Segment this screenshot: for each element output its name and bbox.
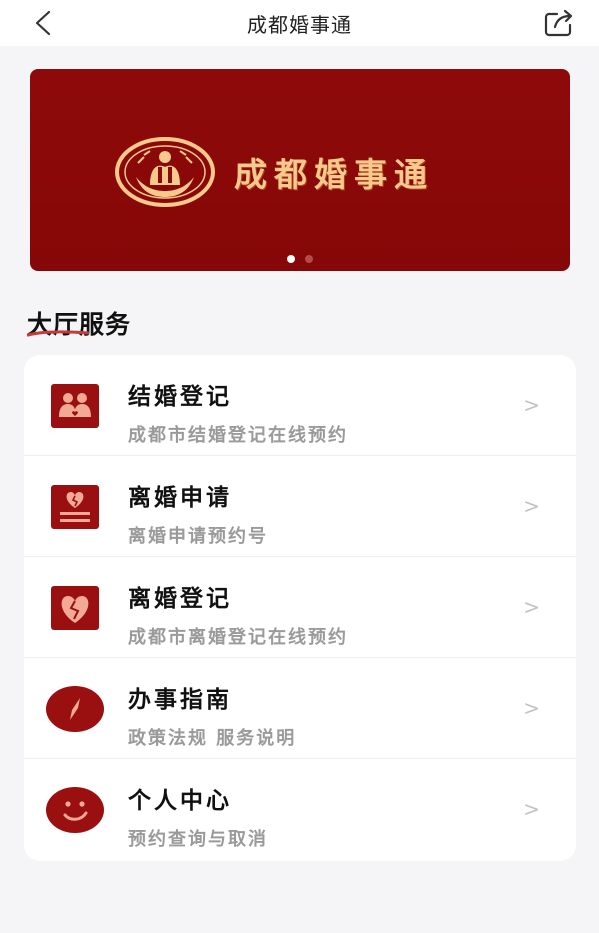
chevron-right-icon: >: [523, 393, 540, 417]
service-title: 个人中心: [128, 788, 232, 814]
share-icon: [544, 9, 573, 37]
back-button[interactable]: [28, 8, 58, 38]
top-nav-bar: 成都婚事通: [0, 0, 599, 46]
service-icon-wrapper: [44, 380, 106, 432]
compass-icon: [46, 686, 104, 732]
carousel-dot-2[interactable]: [305, 255, 313, 263]
service-item-marriage-registration[interactable]: 结婚登记 成都市结婚登记在线预约 >: [24, 355, 576, 456]
service-item-divorce-registration[interactable]: 离婚登记 成都市离婚登记在线预约 >: [24, 557, 576, 658]
service-subtitle: 政策法规 服务说明: [128, 728, 297, 749]
chevron-right-icon: >: [523, 494, 540, 518]
service-item-divorce-application[interactable]: 离婚申请 离婚申请预约号 >: [24, 456, 576, 557]
service-title: 离婚申请: [128, 485, 232, 511]
broken-heart-icon: [51, 586, 99, 630]
share-button[interactable]: [541, 6, 577, 40]
carousel-indicator: [30, 255, 570, 263]
service-icon-wrapper: [44, 582, 106, 634]
service-list: 结婚登记 成都市结婚登记在线预约 > 离婚申请 离婚申请预约号 > 离婚登记 成…: [24, 355, 576, 861]
chevron-right-icon: >: [523, 595, 540, 619]
broken-heart-form-icon: [51, 485, 99, 529]
service-title: 办事指南: [128, 687, 232, 713]
service-subtitle: 成都市结婚登记在线预约: [128, 425, 348, 446]
service-icon-wrapper: [44, 784, 106, 836]
banner-carousel[interactable]: 成都婚事通: [30, 69, 570, 271]
banner-brand-text: 成都婚事通: [234, 155, 434, 194]
marriage-registry-logo-icon: [115, 137, 215, 207]
service-item-personal-center[interactable]: 个人中心 预约查询与取消 >: [24, 759, 576, 860]
service-title: 结婚登记: [128, 384, 232, 410]
service-item-guide[interactable]: 办事指南 政策法规 服务说明 >: [24, 658, 576, 759]
smiley-icon: [46, 787, 104, 833]
carousel-dot-1[interactable]: [287, 255, 295, 263]
service-title: 离婚登记: [128, 586, 232, 612]
service-icon-wrapper: [44, 481, 106, 533]
chevron-right-icon: >: [523, 797, 540, 821]
couple-icon: [51, 384, 99, 428]
service-subtitle: 预约查询与取消: [128, 829, 268, 850]
chevron-right-icon: >: [523, 696, 540, 720]
service-subtitle: 离婚申请预约号: [128, 526, 268, 547]
page-title: 成都婚事通: [247, 12, 352, 37]
section-underline-decoration: [27, 330, 89, 337]
service-subtitle: 成都市离婚登记在线预约: [128, 627, 348, 648]
chevron-left-icon: [35, 10, 51, 36]
service-icon-wrapper: [44, 683, 106, 735]
banner-logo-row: 成都婚事通: [114, 137, 434, 207]
